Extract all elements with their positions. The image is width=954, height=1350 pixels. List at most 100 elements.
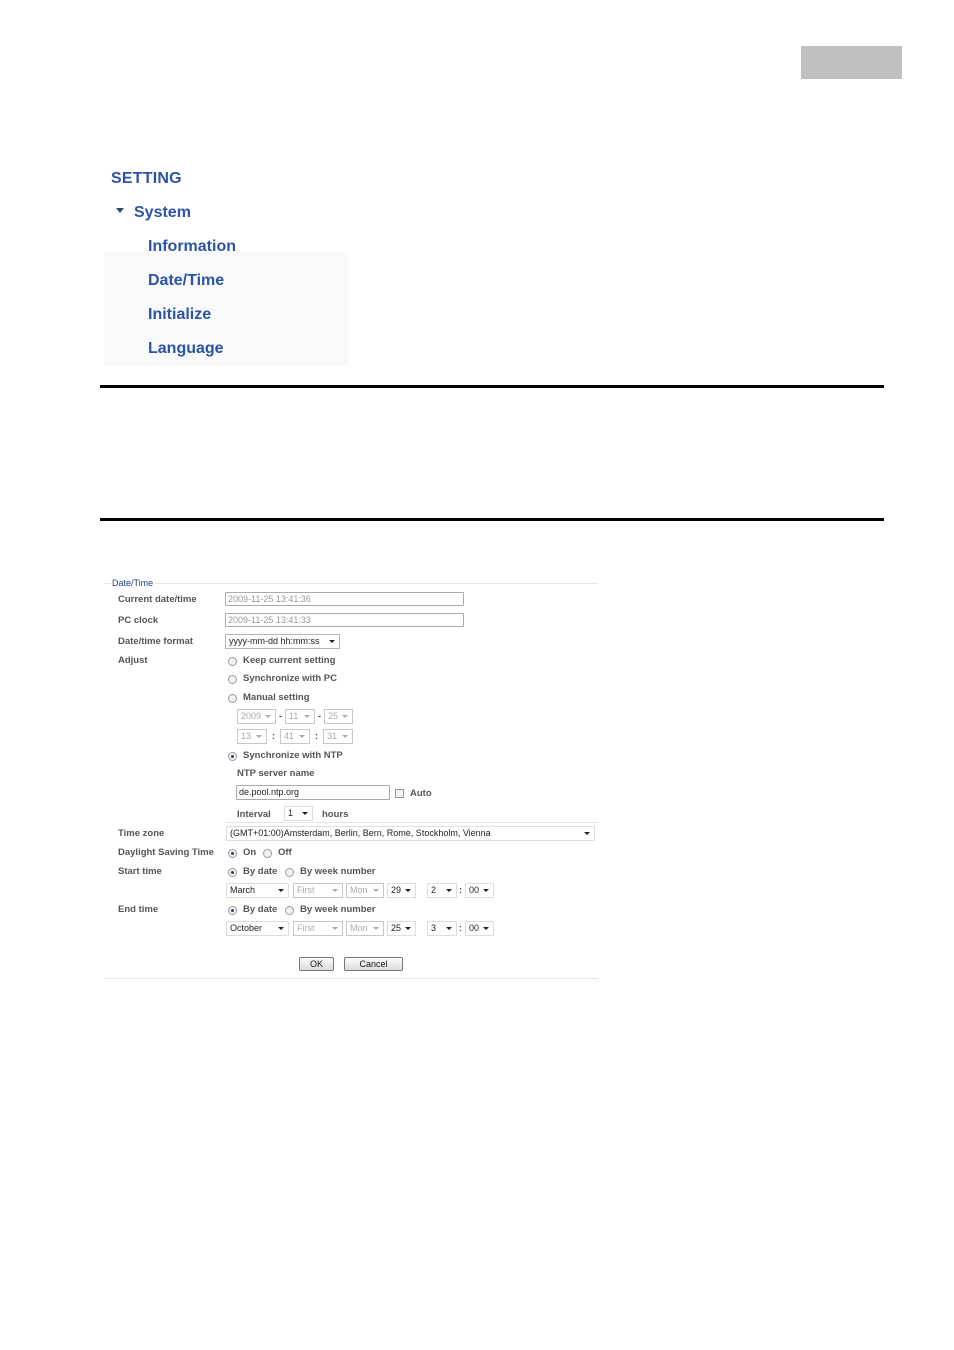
radio-label-manual: Manual setting <box>243 692 310 703</box>
label-daylight-saving: Daylight Saving Time <box>118 847 214 858</box>
end-minute-select[interactable]: 00 <box>465 921 494 936</box>
fieldset-bottom-border <box>104 978 598 979</box>
end-month-select[interactable]: October <box>226 921 289 936</box>
chevron-down-icon <box>278 927 284 930</box>
current-date-time-field: 2009-11-25 13:41:36 <box>225 592 464 606</box>
chevron-down-icon <box>342 735 348 738</box>
start-hour-select[interactable]: 2 <box>427 883 457 898</box>
chevron-down-icon <box>329 640 335 643</box>
fieldset-legend: Date/Time <box>111 578 155 588</box>
interval-select[interactable]: 1 <box>284 806 313 821</box>
chevron-down-icon <box>446 927 452 930</box>
select-value: 2009 <box>241 711 262 721</box>
radio-end-by-week[interactable] <box>285 906 294 915</box>
select-value: 00 <box>469 923 480 933</box>
chevron-down-icon <box>342 715 348 718</box>
start-weekday-select[interactable]: Mon <box>346 883 384 898</box>
chevron-down-icon <box>373 927 379 930</box>
end-week-select[interactable]: First <box>293 921 343 936</box>
radio-start-by-date[interactable] <box>228 868 237 877</box>
time-separator: : <box>459 885 462 895</box>
chevron-down-icon <box>304 715 310 718</box>
select-value: yyyy-mm-dd hh:mm:ss <box>229 636 320 646</box>
chevron-down-icon <box>278 889 284 892</box>
radio-label-start-by-week: By week number <box>300 866 376 877</box>
menu-item-information[interactable]: Information <box>148 238 236 256</box>
select-value: 11 <box>289 711 299 721</box>
chevron-down-icon <box>332 927 338 930</box>
start-day-select[interactable]: 29 <box>387 883 416 898</box>
fieldset-top-border <box>104 583 598 584</box>
end-hour-select[interactable]: 3 <box>427 921 457 936</box>
radio-label-sync-pc: Synchronize with PC <box>243 673 337 684</box>
date-separator: - <box>318 711 321 721</box>
ntp-server-input[interactable]: de.pool.ntp.org <box>236 785 390 800</box>
radio-keep-current[interactable] <box>228 657 237 666</box>
menu-item-language[interactable]: Language <box>148 340 224 358</box>
page-tab-marker <box>801 46 902 79</box>
radio-dst-off[interactable] <box>263 849 272 858</box>
chevron-down-icon <box>483 927 489 930</box>
menu-section-label: System <box>134 204 191 221</box>
manual-year-select[interactable]: 2009 <box>237 709 276 724</box>
label-current-date-time: Current date/time <box>118 594 197 605</box>
select-value: 1 <box>288 808 294 818</box>
interval-unit: hours <box>322 809 349 820</box>
select-value: 13 <box>241 731 252 741</box>
label-date-time-format: Date/time format <box>118 636 193 647</box>
menu-section-system[interactable]: System <box>116 204 191 222</box>
ok-button[interactable]: OK <box>299 957 334 971</box>
radio-label-keep-current: Keep current setting <box>243 655 336 666</box>
select-value: First <box>297 885 315 895</box>
label-pc-clock: PC clock <box>118 615 159 626</box>
chevron-down-icon <box>584 832 590 835</box>
radio-label-end-by-week: By week number <box>300 904 376 915</box>
radio-sync-pc[interactable] <box>228 675 237 684</box>
pc-clock-field: 2009-11-25 13:41:33 <box>225 613 464 627</box>
label-end-time: End time <box>118 904 159 915</box>
radio-manual[interactable] <box>228 694 237 703</box>
radio-start-by-week[interactable] <box>285 868 294 877</box>
manual-second-select[interactable]: 31 <box>323 729 353 744</box>
manual-day-select[interactable]: 25 <box>324 709 353 724</box>
time-zone-select[interactable]: (GMT+01:00)Amsterdam, Berlin, Bern, Rome… <box>226 826 595 841</box>
auto-checkbox-label: Auto <box>410 788 432 799</box>
radio-label-dst-on: On <box>243 847 257 858</box>
start-week-select[interactable]: First <box>293 883 343 898</box>
radio-label-sync-ntp: Synchronize with NTP <box>243 750 343 761</box>
menu-item-initialize[interactable]: Initialize <box>148 306 211 324</box>
auto-checkbox[interactable] <box>395 789 404 798</box>
time-separator: : <box>315 731 318 741</box>
chevron-down-icon <box>256 735 262 738</box>
menu-item-date-time[interactable]: Date/Time <box>148 272 224 290</box>
select-value: Mon <box>350 923 368 933</box>
select-value: 2 <box>431 885 437 895</box>
manual-minute-select[interactable]: 41 <box>280 729 310 744</box>
label-adjust: Adjust <box>118 655 148 666</box>
label-interval: Interval <box>237 809 271 820</box>
radio-sync-ntp[interactable] <box>228 752 237 761</box>
start-month-select[interactable]: March <box>226 883 289 898</box>
caret-down-icon <box>116 208 124 214</box>
end-weekday-select[interactable]: Mon <box>346 921 384 936</box>
label-time-zone: Time zone <box>118 828 165 839</box>
manual-month-select[interactable]: 11 <box>285 709 315 724</box>
select-value: First <box>297 923 315 933</box>
select-value: 00 <box>469 885 480 895</box>
chevron-down-icon <box>373 889 379 892</box>
end-day-select[interactable]: 25 <box>387 921 416 936</box>
start-minute-select[interactable]: 00 <box>465 883 494 898</box>
cancel-button[interactable]: Cancel <box>344 957 403 971</box>
menu-title: SETTING <box>111 170 182 187</box>
chevron-down-icon <box>446 889 452 892</box>
radio-end-by-date[interactable] <box>228 906 237 915</box>
select-value: (GMT+01:00)Amsterdam, Berlin, Bern, Rome… <box>230 828 491 838</box>
manual-hour-select[interactable]: 13 <box>237 729 267 744</box>
divider <box>100 518 884 521</box>
radio-dst-on[interactable] <box>228 849 237 858</box>
select-value: Mon <box>350 885 368 895</box>
divider <box>100 385 884 388</box>
date-time-format-select[interactable]: yyyy-mm-dd hh:mm:ss <box>225 634 340 649</box>
time-separator: : <box>459 923 462 933</box>
select-value: 3 <box>431 923 437 933</box>
